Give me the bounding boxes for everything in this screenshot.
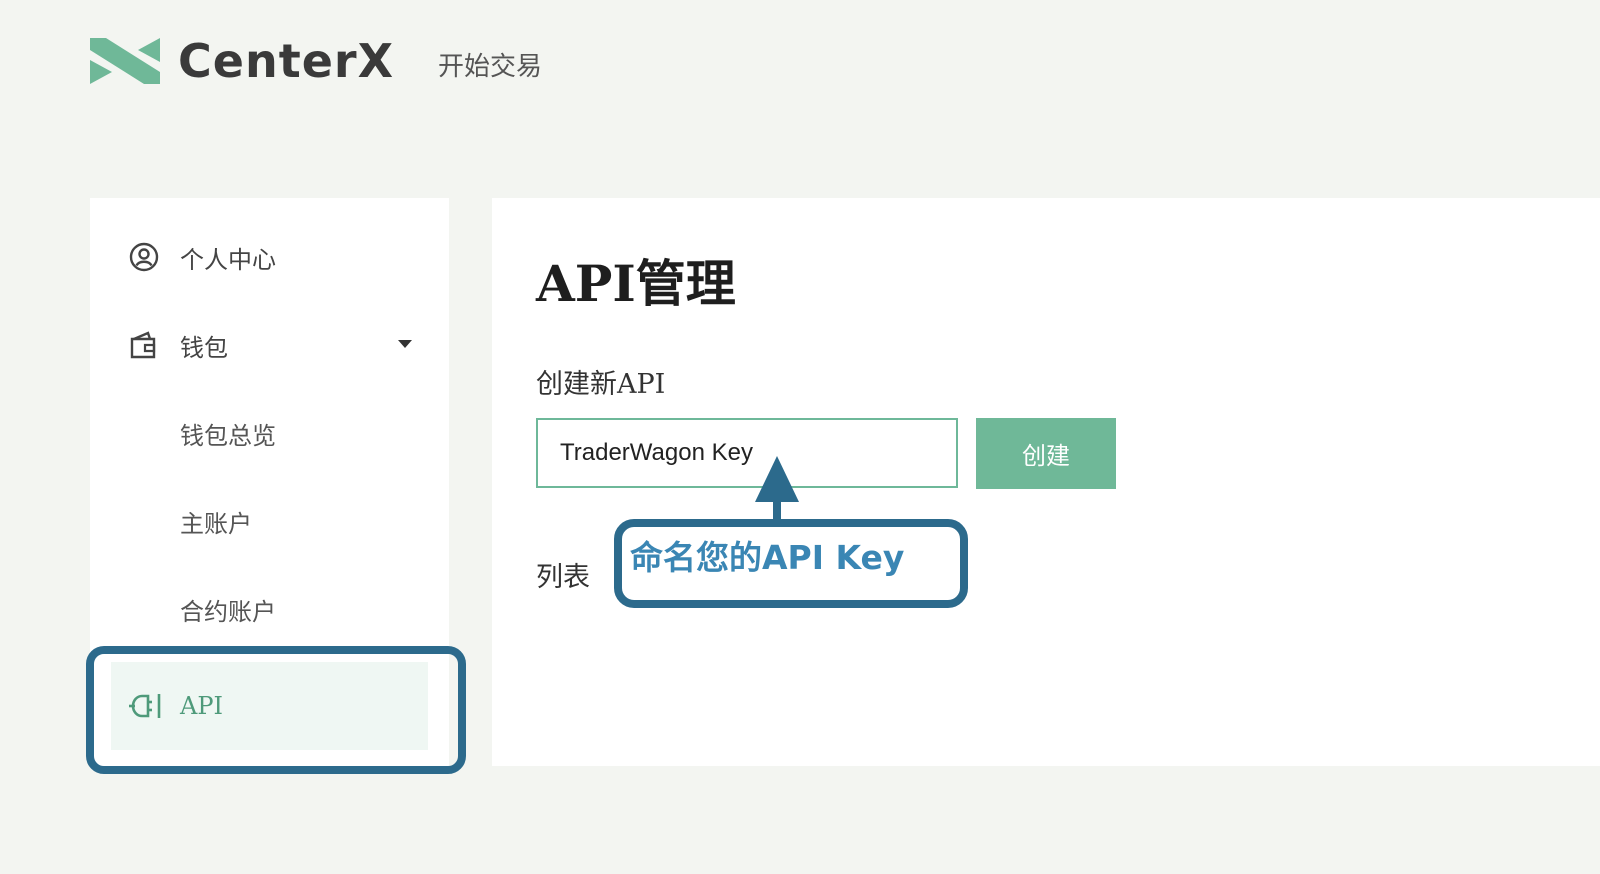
nav-start-trading[interactable]: 开始交易 bbox=[438, 46, 542, 83]
api-key-name-input[interactable] bbox=[536, 418, 958, 488]
sidebar-item-label: 钱包总览 bbox=[180, 421, 276, 450]
centerx-logo-icon bbox=[90, 38, 160, 84]
brand-logo[interactable]: CenterX bbox=[90, 38, 394, 84]
sidebar-item-wallet[interactable]: 钱包 bbox=[90, 300, 449, 390]
callout-text: 命名您的API Key bbox=[630, 538, 905, 577]
user-circle-icon bbox=[129, 242, 159, 272]
api-management-panel: API管理 创建新API 创建 列表 bbox=[492, 198, 1600, 766]
wallet-icon bbox=[130, 331, 156, 359]
chevron-down-icon[interactable] bbox=[398, 340, 412, 348]
sidebar-item-futures-account[interactable]: 合约账户 bbox=[90, 564, 449, 654]
top-header: CenterX 开始交易 bbox=[0, 0, 1600, 140]
sidebar-item-api[interactable]: API bbox=[111, 662, 428, 750]
plug-icon bbox=[129, 694, 161, 718]
sidebar-item-label: 合约账户 bbox=[180, 597, 276, 626]
sidebar-item-profile[interactable]: 个人中心 bbox=[90, 212, 449, 302]
sidebar-item-label: API bbox=[180, 692, 223, 720]
brand-name: CenterX bbox=[178, 34, 395, 88]
sidebar-item-label: 主账户 bbox=[180, 509, 252, 538]
callout-annotation: 命名您的API Key bbox=[614, 519, 968, 608]
sidebar-item-label: 钱包 bbox=[180, 333, 228, 362]
sidebar-item-wallet-overview[interactable]: 钱包总览 bbox=[90, 388, 449, 478]
page-title: API管理 bbox=[536, 254, 736, 313]
create-api-button[interactable]: 创建 bbox=[976, 418, 1116, 489]
sidebar-item-main-account[interactable]: 主账户 bbox=[90, 476, 449, 566]
account-sidebar: 个人中心 钱包 钱包总览 主账户 合约账户 API bbox=[90, 198, 449, 766]
create-api-label: 创建新API bbox=[536, 369, 666, 400]
api-list-label: 列表 bbox=[536, 562, 590, 593]
sidebar-item-label: 个人中心 bbox=[180, 245, 276, 274]
